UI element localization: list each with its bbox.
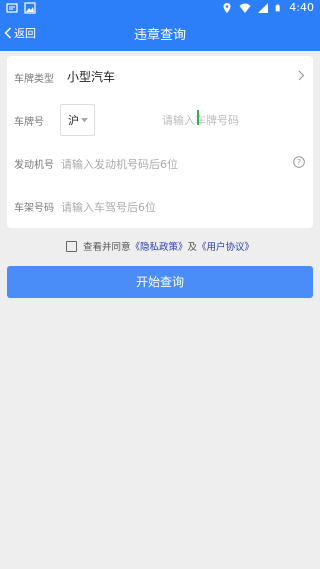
page-title: 违章查询 <box>133 28 186 43</box>
province-value: 沪 <box>68 114 79 127</box>
frame-number-input[interactable]: 请输入车驾号后6位 <box>61 199 156 215</box>
plate-number-input[interactable]: 请输入车牌号码 <box>162 112 239 128</box>
notification-icon <box>6 3 18 13</box>
engine-number-input[interactable]: 请输入发动机号码后6位 <box>61 156 178 172</box>
agreement-and: 及 <box>187 242 198 253</box>
status-bar: 4:40 <box>0 0 320 16</box>
frame-row: 车架号码 请输入车驾号后6位 <box>7 185 313 228</box>
vehicle-type-value: 小型汽车 <box>67 70 116 84</box>
status-right: 4:40 <box>221 1 314 14</box>
vehicle-type-row[interactable]: 车牌类型 小型汽车 <box>7 56 313 99</box>
battery-icon <box>275 4 280 11</box>
user-agreement-link[interactable]: 《用户协议》 <box>197 239 254 253</box>
plate-row: 车牌号 沪 请输入车牌号码 <box>7 99 313 142</box>
help-icon[interactable]: ? <box>293 156 305 168</box>
agreement-checkbox[interactable] <box>65 240 77 252</box>
province-select[interactable]: 沪 <box>60 104 95 136</box>
vehicle-type-label: 车牌类型 <box>14 74 54 85</box>
status-time: 4:40 <box>289 1 314 14</box>
caret-down-icon <box>81 118 88 123</box>
photo-icon <box>24 2 36 14</box>
svg-text:?: ? <box>297 158 301 167</box>
chevron-right-icon <box>298 70 305 81</box>
agreement-row: 查看并同意 《隐私政策》 及 《用户协议》 <box>0 238 320 254</box>
start-query-button[interactable]: 开始查询 <box>7 266 313 298</box>
privacy-policy-link[interactable]: 《隐私政策》 <box>130 239 187 253</box>
text-cursor <box>197 110 199 125</box>
nav-bar: 返回 违章查询 <box>0 16 320 51</box>
agreement-prefix: 查看并同意 <box>82 242 131 253</box>
engine-label: 发动机号 <box>14 160 54 171</box>
plate-label: 车牌号 <box>14 117 44 128</box>
query-form: 车牌类型 小型汽车 车牌号 沪 请输入车牌号码 发动机号 请输入发动机号码后6位… <box>7 56 313 228</box>
location-icon <box>223 2 231 13</box>
wifi-icon <box>239 3 251 13</box>
engine-row: 发动机号 请输入发动机号码后6位 ? <box>7 142 313 185</box>
signal-icon <box>258 2 269 13</box>
frame-label: 车架号码 <box>14 203 54 214</box>
status-left <box>6 2 36 14</box>
